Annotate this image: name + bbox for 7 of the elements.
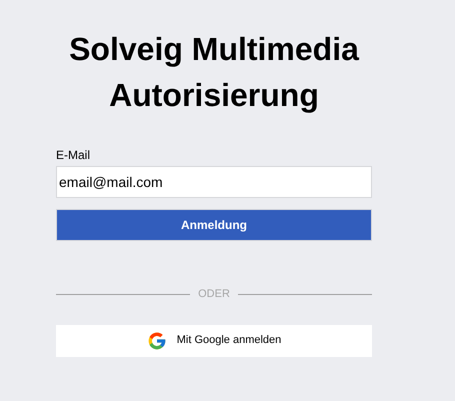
login-button[interactable]: Anmeldung	[56, 209, 372, 241]
divider-text: ODER	[198, 287, 230, 302]
email-field[interactable]: email@mail.com	[56, 166, 372, 198]
g-logo-icon	[146, 330, 167, 350]
google-signin-button[interactable]: Mit Google anmelden	[56, 324, 372, 356]
field-label: E-Mail	[56, 148, 90, 162]
page-title: Solveig Multimedia Autorisierung	[68, 30, 360, 115]
